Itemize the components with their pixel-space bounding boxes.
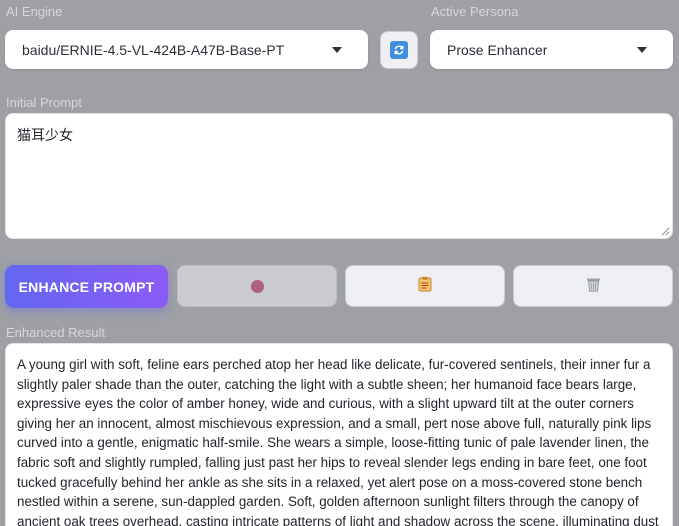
enhance-prompt-button[interactable]: ENHANCE PROMPT (5, 265, 168, 308)
result-text: A young girl with soft, feline ears perc… (17, 357, 659, 526)
chevron-down-icon (332, 46, 342, 53)
result-label: Enhanced Result (6, 325, 106, 340)
result-textarea[interactable]: A young girl with soft, feline ears perc… (5, 343, 673, 526)
prompt-text: 猫耳少女 (17, 128, 73, 144)
copy-button[interactable] (345, 265, 505, 307)
refresh-icon (390, 41, 408, 59)
refresh-button[interactable] (380, 31, 418, 69)
record-icon (250, 279, 264, 293)
prompt-enhancer-panel: AI Engine baidu/ERNIE-4.5-VL-424B-A47B-B… (0, 0, 679, 526)
clipboard-icon (418, 276, 432, 297)
trash-icon (586, 276, 601, 297)
engine-select-value: baidu/ERNIE-4.5-VL-424B-A47B-Base-PT (22, 41, 285, 58)
engine-select[interactable]: baidu/ERNIE-4.5-VL-424B-A47B-Base-PT (5, 30, 368, 69)
chevron-down-icon (637, 46, 647, 53)
engine-label: AI Engine (6, 4, 63, 19)
persona-label: Active Persona (431, 4, 519, 19)
prompt-label: Initial Prompt (6, 95, 82, 110)
clear-button[interactable] (513, 265, 673, 307)
persona-select[interactable]: Prose Enhancer (430, 30, 673, 69)
enhance-prompt-label: ENHANCE PROMPT (18, 278, 155, 295)
record-button[interactable] (177, 265, 337, 307)
resize-handle-icon[interactable] (661, 227, 670, 236)
persona-select-value: Prose Enhancer (447, 41, 548, 58)
prompt-textarea[interactable]: 猫耳少女 (5, 113, 673, 239)
